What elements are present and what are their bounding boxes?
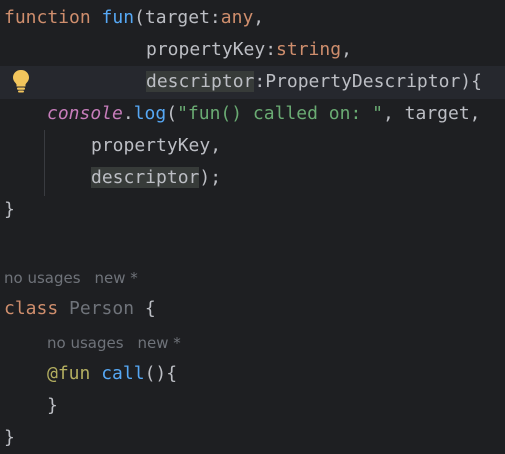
code-line-3[interactable]: descriptor:PropertyDescriptor){	[146, 66, 482, 98]
code-line-12[interactable]: @fun call(){	[47, 358, 177, 390]
author-hint[interactable]: new *	[138, 334, 181, 352]
args-rest: , target,	[382, 103, 481, 124]
string-literal: "fun() called on: "	[177, 103, 383, 124]
indent-guide	[44, 130, 45, 196]
function-name[interactable]: fun	[102, 7, 135, 28]
param-target: (target:	[134, 7, 221, 28]
code-line-7[interactable]: }	[4, 194, 15, 226]
param-descriptor: descriptor	[146, 71, 255, 92]
descriptor-type: :PropertyDescriptor){	[254, 71, 482, 92]
lightbulb-icon[interactable]	[10, 68, 32, 94]
open-brace: {	[144, 298, 156, 319]
close-brace: }	[4, 427, 15, 448]
log-method: log	[133, 103, 167, 124]
arg-descriptor: descriptor	[91, 167, 200, 188]
open-paren: (	[166, 103, 178, 124]
code-line-4[interactable]: console.log("fun() called on: ", target,	[47, 98, 481, 130]
close-call: );	[199, 167, 222, 188]
close-brace: }	[4, 199, 15, 220]
method-name[interactable]: call	[101, 363, 144, 384]
type-string: string	[276, 39, 342, 60]
class-inlay-hint[interactable]: no usages new *	[4, 264, 152, 292]
method-inlay-hint[interactable]: no usages new *	[47, 329, 195, 357]
code-line-5[interactable]: propertyKey,	[91, 130, 221, 162]
code-line-6[interactable]: descriptor);	[91, 162, 221, 194]
keyword-class: class	[4, 298, 59, 319]
console-object: console	[47, 103, 123, 124]
comma: ,	[341, 39, 352, 60]
code-line-10[interactable]: class Person {	[4, 293, 156, 325]
arg-propertykey: propertyKey,	[91, 135, 222, 156]
code-line-13[interactable]: }	[47, 390, 58, 422]
author-hint[interactable]: new *	[95, 269, 138, 287]
dot: .	[122, 103, 134, 124]
code-line-14[interactable]: }	[4, 422, 15, 454]
param-propertykey: propertyKey:	[146, 39, 277, 60]
class-name[interactable]: Person	[69, 298, 134, 319]
code-editor[interactable]: function fun(target:any, propertyKey:str…	[0, 0, 505, 448]
method-signature: (){	[144, 363, 178, 384]
usages-hint[interactable]: no usages	[47, 334, 124, 352]
decorator: @fun	[47, 363, 91, 384]
type-any: any	[220, 7, 254, 28]
comma: ,	[253, 7, 265, 28]
usages-hint[interactable]: no usages	[4, 269, 81, 287]
code-line-2[interactable]: propertyKey:string,	[146, 34, 352, 66]
keyword-function: function	[4, 7, 91, 28]
close-brace: }	[47, 395, 58, 416]
code-line-1[interactable]: function fun(target:any,	[4, 2, 264, 34]
